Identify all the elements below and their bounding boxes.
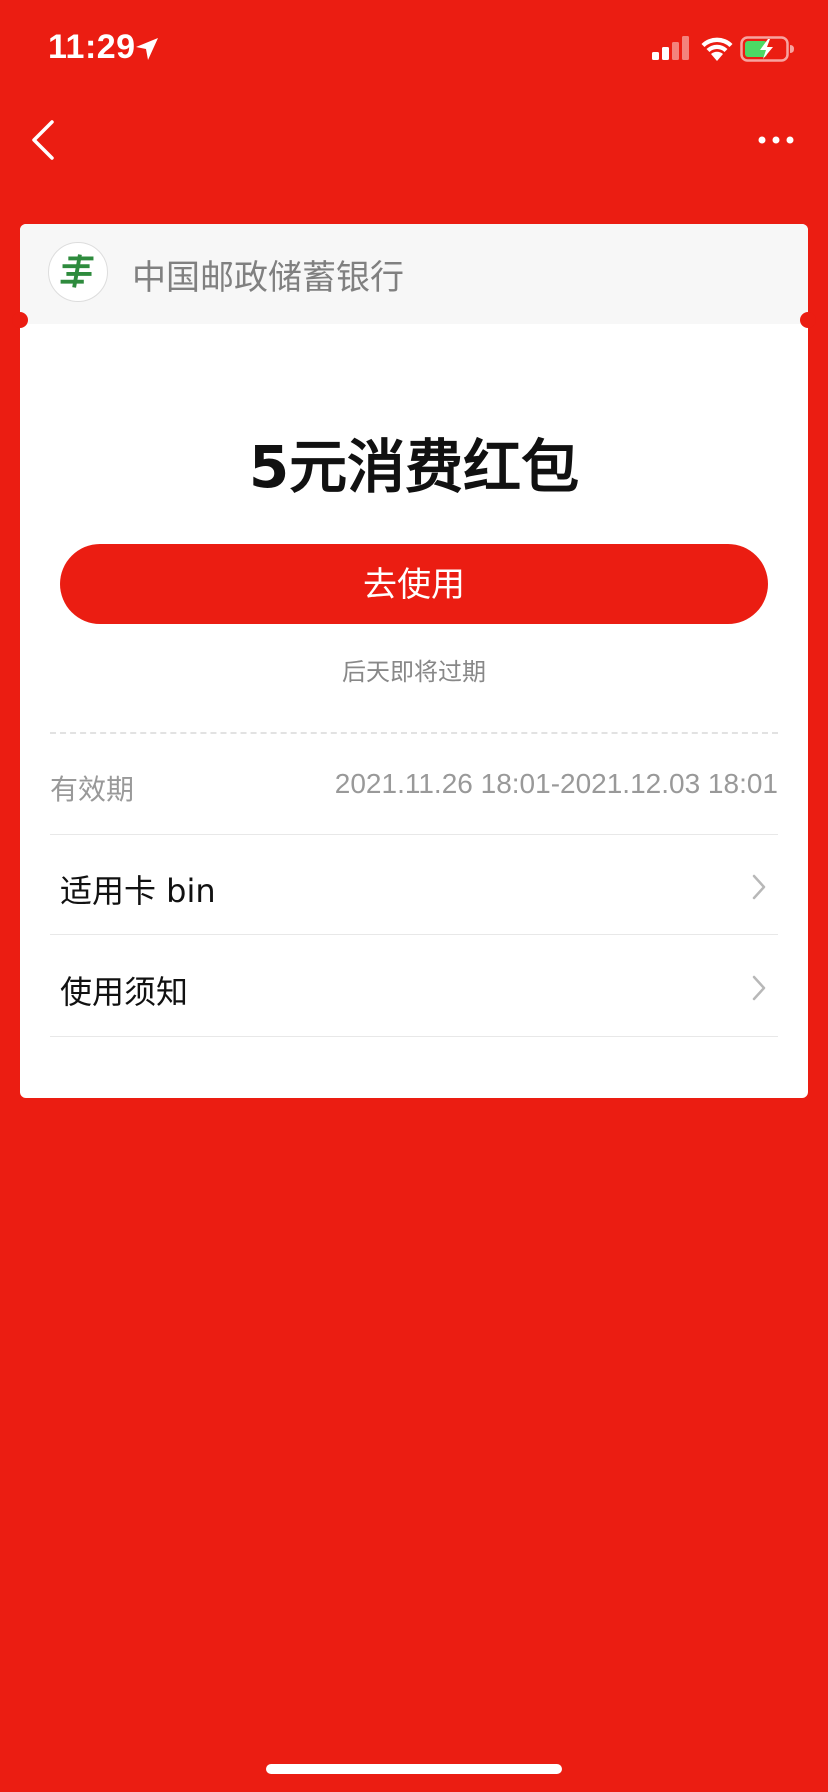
ticket-notch-right [800, 312, 816, 328]
expire-hint: 后天即将过期 [342, 658, 486, 686]
battery-charging-icon [740, 36, 794, 62]
validity-value: 2021.11.26 18:01-2021.12.03 18:01 [334, 768, 778, 799]
status-time: 11:29 [48, 28, 136, 66]
divider [50, 934, 778, 935]
use-coupon-button[interactable]: 去使用 [60, 544, 768, 624]
dashed-divider [50, 732, 778, 734]
ticket-notch-left [12, 312, 28, 328]
coupon-card: 中国邮政储蓄银行 5元消费红包 去使用 后天即将过期 有效期 2021.11.2… [20, 224, 808, 1098]
row-label-card-bin: 适用卡 bin [60, 872, 216, 910]
row-card-bin[interactable]: 适用卡 bin [50, 836, 778, 936]
location-arrow-icon [136, 38, 158, 60]
bank-name: 中国邮政储蓄银行 [132, 258, 404, 298]
bank-logo [48, 242, 108, 302]
validity-label: 有效期 [50, 773, 135, 806]
postal-savings-bank-logo-icon [60, 254, 94, 288]
chevron-right-icon [752, 975, 766, 1001]
back-button[interactable] [26, 116, 66, 164]
row-usage-notice[interactable]: 使用须知 [50, 937, 778, 1037]
wifi-icon [701, 37, 733, 61]
divider [50, 1036, 778, 1037]
row-label-usage-notice: 使用须知 [60, 973, 189, 1011]
divider [50, 834, 778, 835]
signal-icon [652, 36, 689, 60]
chevron-right-icon [752, 874, 766, 900]
status-bar: 11:29 [0, 0, 828, 100]
card-header: 中国邮政储蓄银行 [20, 224, 808, 324]
home-indicator[interactable] [266, 1764, 562, 1774]
more-button[interactable] [756, 124, 796, 156]
coupon-title: 5元消费红包 [248, 433, 580, 501]
